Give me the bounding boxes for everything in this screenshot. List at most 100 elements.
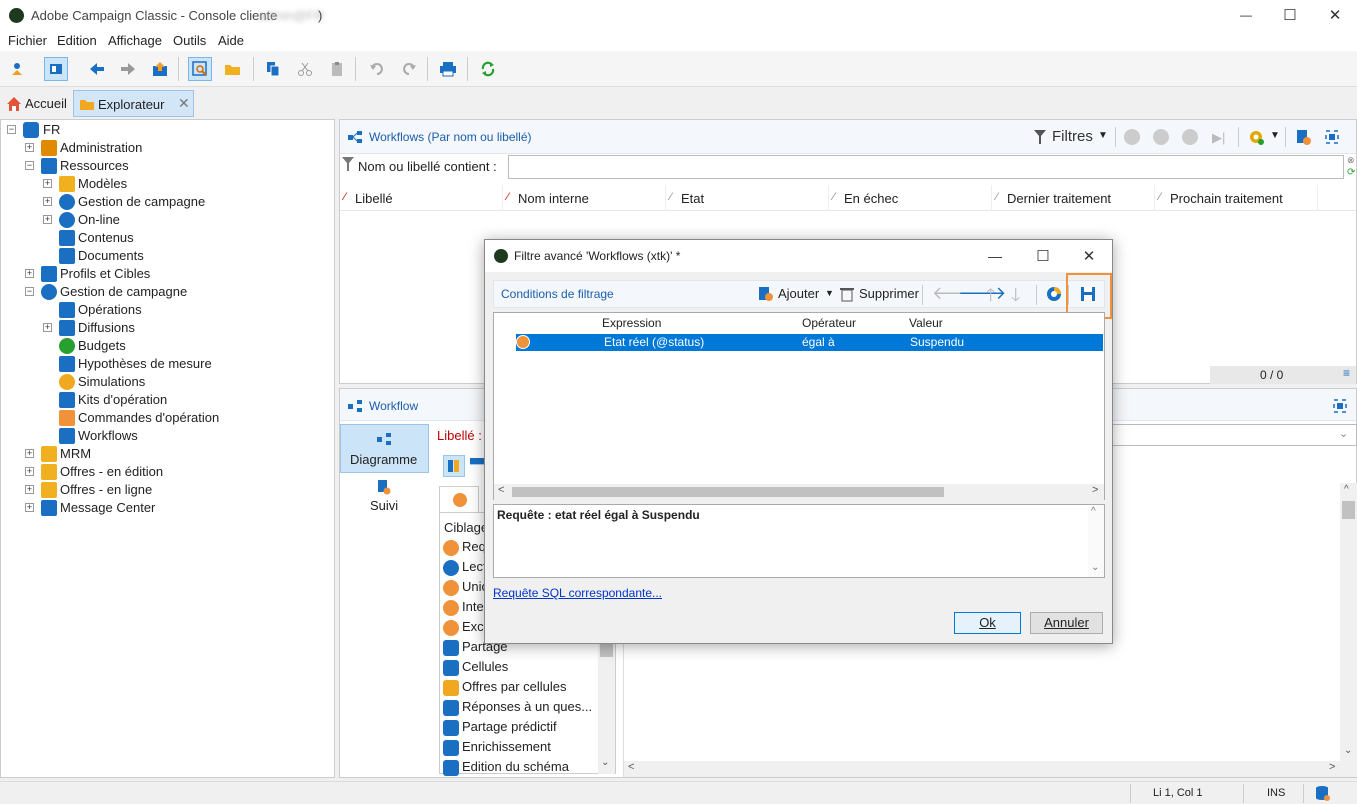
- sql-link[interactable]: Requête SQL correspondante...: [493, 586, 662, 600]
- nav-diagramme[interactable]: Diagramme: [340, 424, 429, 473]
- refresh-search-icon[interactable]: ⟳: [1347, 167, 1355, 178]
- arrow-right-icon[interactable]: 🡒: [958, 283, 1006, 304]
- gear-dropdown-icon[interactable]: ▼: [1270, 130, 1280, 141]
- filter-conditions-label: Conditions de filtrage: [501, 287, 614, 301]
- ok-button[interactable]: Ok: [954, 612, 1021, 634]
- clear-search-icon[interactable]: ⊗: [1347, 155, 1355, 166]
- redo-button[interactable]: [397, 57, 421, 81]
- search-input[interactable]: [508, 155, 1344, 179]
- filter-icon: [342, 157, 354, 171]
- expand-icon[interactable]: +: [25, 449, 34, 458]
- layout-icon-1[interactable]: [443, 455, 465, 477]
- dialog-close-button[interactable]: ✕: [1078, 245, 1100, 267]
- cut-button[interactable]: [293, 57, 317, 81]
- expand-icon[interactable]: +: [25, 503, 34, 512]
- explorer-toggle-button[interactable]: [44, 57, 68, 81]
- mrm-icon: [41, 446, 57, 462]
- distribution-icon[interactable]: [1046, 286, 1062, 302]
- parent-folder-button[interactable]: [148, 57, 172, 81]
- minimize-button[interactable]: —: [1235, 4, 1257, 26]
- step-icon[interactable]: ▶|: [1212, 130, 1225, 146]
- column-header[interactable]: ⁄ Nom interne: [506, 185, 666, 211]
- menu-aide[interactable]: Aide: [218, 33, 244, 48]
- filters-button[interactable]: Filtres: [1052, 128, 1093, 145]
- undo-button[interactable]: [365, 57, 389, 81]
- palette-tab[interactable]: [439, 486, 479, 512]
- menu-outils[interactable]: Outils: [173, 33, 206, 48]
- stop-icon[interactable]: [1182, 129, 1198, 145]
- copy-button[interactable]: [261, 57, 285, 81]
- gear-icon[interactable]: [1247, 128, 1265, 146]
- expand-icon[interactable]: +: [25, 467, 34, 476]
- grid-h-scrollbar[interactable]: < >: [494, 484, 1104, 500]
- column-header[interactable]: ⁄ Etat: [669, 185, 829, 211]
- label-field-dropdown[interactable]: ⌄: [1110, 424, 1357, 446]
- dialog-minimize-button[interactable]: —: [984, 245, 1006, 267]
- collapse-icon[interactable]: −: [25, 287, 34, 296]
- search-toggle-button[interactable]: [188, 57, 212, 81]
- expand-icon[interactable]: +: [25, 269, 34, 278]
- expand-icon[interactable]: +: [25, 143, 34, 152]
- folder-icon: [59, 176, 75, 192]
- column-header[interactable]: ⁄ En échec: [832, 185, 992, 211]
- menu-affichage[interactable]: Affichage: [108, 33, 162, 48]
- window-title-paren: ): [318, 8, 323, 23]
- expand-icon[interactable]: +: [43, 215, 52, 224]
- column-header[interactable]: ⁄ Dernier traitement: [995, 185, 1155, 211]
- collapse-icon[interactable]: −: [25, 161, 34, 170]
- add-dropdown-icon[interactable]: ▼: [825, 288, 834, 298]
- login-button[interactable]: [5, 57, 29, 81]
- nav-suivi[interactable]: Suivi: [340, 477, 429, 517]
- message-center-icon: [41, 500, 57, 516]
- canvas-h-scrollbar[interactable]: < >: [624, 761, 1357, 777]
- toolbar-separator: [178, 57, 179, 81]
- menu-fichier[interactable]: Fichier: [8, 33, 47, 48]
- menu-edition[interactable]: Edition: [57, 33, 97, 48]
- refresh-button[interactable]: [476, 57, 500, 81]
- back-button[interactable]: [85, 57, 109, 81]
- collapse-icon[interactable]: −: [7, 125, 16, 134]
- print-button[interactable]: [436, 57, 460, 81]
- workflow-settings-icon[interactable]: [1295, 129, 1311, 145]
- maximize-button[interactable]: ☐: [1279, 4, 1301, 26]
- nav-diagramme-label: Diagramme: [350, 452, 418, 467]
- tab-close-icon[interactable]: ✕: [178, 95, 190, 112]
- forward-button[interactable]: [116, 57, 140, 81]
- query-v-scrollbar[interactable]: ^ ⌄: [1088, 505, 1104, 577]
- tab-explorateur[interactable]: Explorateur ✕: [73, 90, 194, 117]
- paste-button[interactable]: [325, 57, 349, 81]
- filters-dropdown-icon[interactable]: ▼: [1098, 130, 1108, 141]
- add-button[interactable]: Ajouter: [778, 286, 819, 301]
- list-title: Workflows (Par nom ou libellé): [369, 130, 532, 144]
- expand-icon[interactable]: +: [25, 485, 34, 494]
- folder-up-icon: [153, 62, 167, 76]
- column-header[interactable]: ⁄ Prochain traitement: [1158, 185, 1318, 211]
- tree-item-label: Opérations: [78, 302, 142, 317]
- maximize-panel-icon[interactable]: [1324, 129, 1340, 145]
- close-button[interactable]: ✕: [1324, 4, 1346, 26]
- refresh-icon: [481, 61, 495, 77]
- canvas-v-scrollbar[interactable]: ^ ⌄: [1340, 483, 1357, 761]
- tab-accueil[interactable]: Accueil: [4, 92, 70, 116]
- delete-button[interactable]: Supprimer: [859, 286, 919, 301]
- expand-icon[interactable]: +: [43, 323, 52, 332]
- expand-icon[interactable]: +: [43, 197, 52, 206]
- add-icon: [759, 287, 773, 301]
- cancel-button[interactable]: Annuler: [1030, 612, 1103, 634]
- sort-mark-icon: ⁄: [833, 191, 835, 203]
- condition-row[interactable]: Etat réel (@status) égal à Suspendu: [516, 334, 1103, 351]
- arrow-up-icon[interactable]: 🡑: [986, 283, 995, 313]
- open-folder-button[interactable]: [221, 57, 245, 81]
- list-header-bar: Workflows (Par nom ou libellé) Filtres ▼…: [340, 120, 1356, 154]
- dialog-maximize-button[interactable]: ☐: [1032, 245, 1054, 267]
- expand-icon[interactable]: +: [43, 179, 52, 188]
- tree-item-label: Offres - en ligne: [60, 482, 153, 497]
- pause-icon[interactable]: [1153, 129, 1169, 145]
- list-menu-icon[interactable]: ≡: [1343, 366, 1350, 380]
- status-sep: [1303, 784, 1304, 803]
- arrow-down-icon[interactable]: 🡓: [1011, 283, 1020, 313]
- maximize-panel-icon[interactable]: [1332, 398, 1348, 414]
- read-icon: [443, 560, 459, 576]
- column-header[interactable]: ⁄ Libellé: [343, 185, 503, 211]
- start-icon[interactable]: [1124, 129, 1140, 145]
